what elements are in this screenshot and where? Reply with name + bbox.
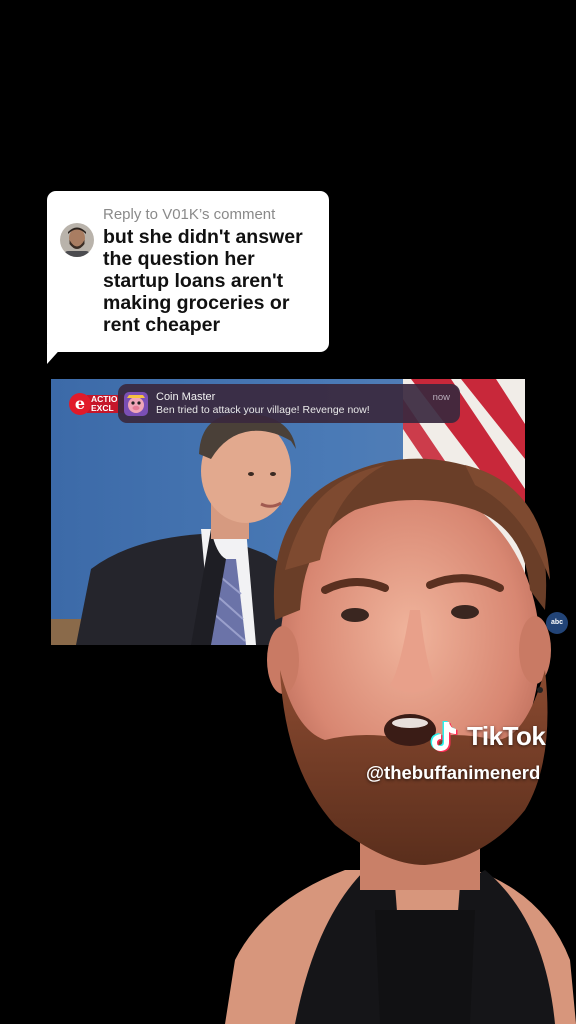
coin-master-app-icon [124, 392, 148, 416]
notification-time: now [432, 392, 450, 403]
reply-card-tail [47, 344, 65, 364]
creator-handle: @thebuffanimenerd [366, 762, 541, 783]
push-notification[interactable]: Coin Master Ben tried to attack your vil… [118, 384, 460, 423]
video-frame[interactable]: Reply to V01K’s comment but she didn't a… [0, 0, 576, 1024]
reply-comment-text: but she didn't answer the question her s… [103, 226, 303, 336]
notification-app-name: Coin Master [156, 391, 216, 403]
tiktok-note-icon [430, 721, 458, 752]
network-bug: abc [546, 612, 568, 634]
notification-message: Ben tried to attack your village! Reveng… [156, 404, 370, 416]
reply-header: Reply to V01K’s comment [103, 206, 276, 223]
news-station-logo: ACTIO EXCL e [69, 393, 127, 415]
news-logo-letter: e [69, 393, 91, 415]
tiktok-wordmark: TikTok [467, 721, 546, 751]
reply-comment-card[interactable]: Reply to V01K’s comment but she didn't a… [47, 191, 329, 352]
commenter-avatar [60, 223, 94, 257]
